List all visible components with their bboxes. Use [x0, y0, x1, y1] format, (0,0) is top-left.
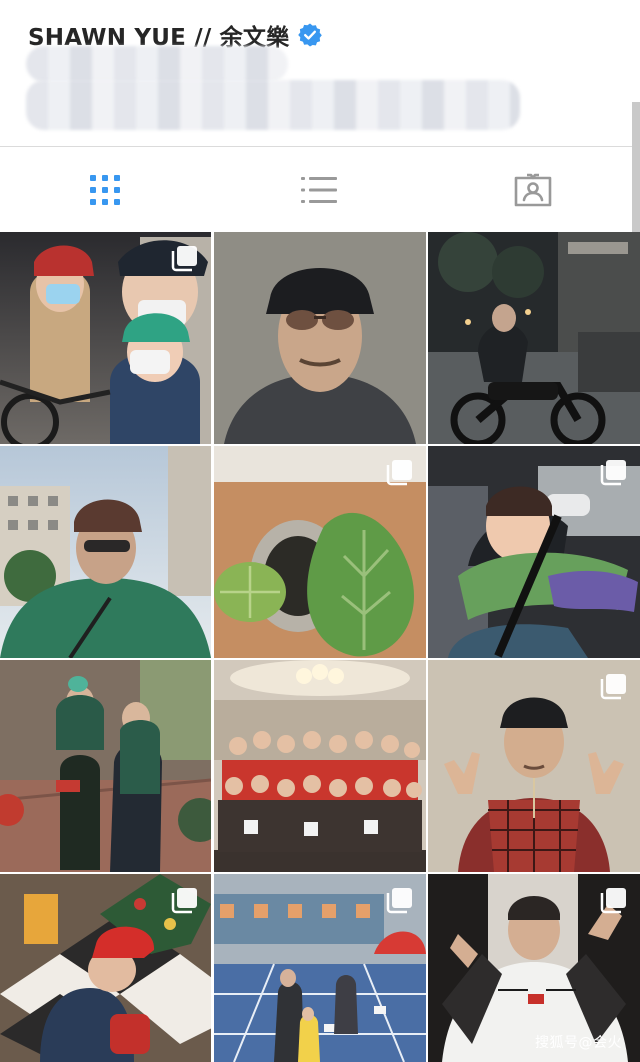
post-tile[interactable] [214, 232, 426, 444]
post-thumbnail-image [0, 660, 211, 872]
multiple-photos-icon [171, 888, 197, 914]
post-thumbnail-image [0, 446, 211, 658]
post-tile[interactable] [0, 232, 211, 444]
tagged-person-icon [514, 173, 552, 207]
profile-header: SHAWN YUE // 余文樂 [0, 0, 640, 146]
post-tile[interactable] [214, 446, 426, 658]
post-thumbnail-image [428, 232, 640, 444]
verified-badge-icon [298, 23, 323, 47]
post-tile[interactable] [214, 874, 426, 1062]
tab-feed[interactable] [214, 147, 424, 233]
multiple-photos-icon [600, 888, 626, 914]
post-tile[interactable] [0, 874, 211, 1062]
post-tile[interactable] [0, 660, 211, 872]
multiple-photos-icon [386, 888, 412, 914]
post-tile[interactable] [0, 446, 211, 658]
post-tile[interactable] [428, 446, 640, 658]
multiple-photos-icon [600, 460, 626, 486]
post-thumbnail-image [214, 660, 426, 872]
multiple-photos-icon [600, 674, 626, 700]
list-icon [301, 177, 337, 203]
post-thumbnail-image [214, 232, 426, 444]
bio-obscured-line-1 [26, 46, 288, 82]
post-tile[interactable] [214, 660, 426, 872]
tab-grid[interactable] [0, 147, 210, 233]
tab-tagged[interactable] [428, 147, 638, 233]
grid-icon [90, 175, 120, 205]
bio-obscured-line-2 [26, 80, 520, 130]
multiple-photos-icon [171, 246, 197, 272]
post-tile[interactable] [428, 232, 640, 444]
watermark-text: 搜狐号@会火 [535, 1035, 622, 1051]
profile-tab-bar [0, 146, 632, 232]
post-tile[interactable] [428, 660, 640, 872]
multiple-photos-icon [386, 460, 412, 486]
post-grid [0, 232, 640, 1062]
